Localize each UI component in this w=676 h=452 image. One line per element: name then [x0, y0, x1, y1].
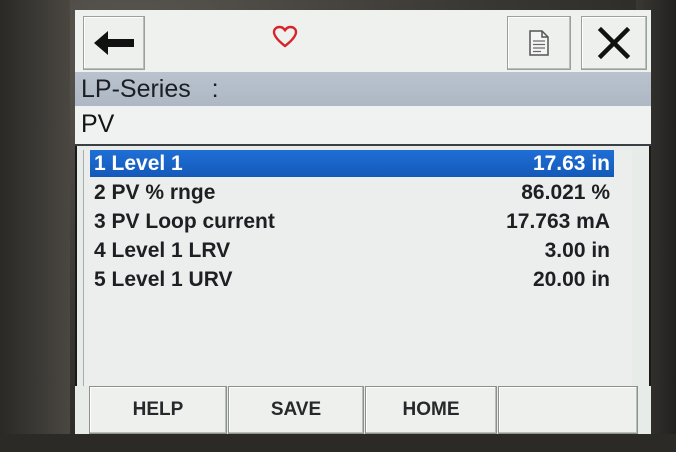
menu-item-level-1-urv[interactable]: 5 Level 1 URV 20.00 in [90, 266, 614, 293]
heart-icon [271, 24, 299, 50]
soft-key-bar: HELP SAVE HOME [75, 386, 651, 434]
menu-path-label: PV [81, 110, 115, 138]
menu-item-level-1-lrv[interactable]: 4 Level 1 LRV 3.00 in [90, 237, 614, 264]
device-name: LP-Series : [81, 75, 219, 103]
menu-item-value: 17.763 mA [506, 209, 610, 233]
menu-item-pv-loop-current[interactable]: 3 PV Loop current 17.763 mA [90, 208, 614, 235]
menu-item-level-1[interactable]: 1 Level 1 17.63 in [90, 150, 614, 177]
bezel-bottom [0, 434, 676, 452]
menu-list: 1 Level 1 17.63 in 2 PV % rnge 86.021 % … [83, 150, 632, 390]
save-button[interactable]: SAVE [228, 386, 364, 434]
menu-item-label: 2 PV % rnge [94, 180, 216, 204]
menu-item-label: 4 Level 1 LRV [94, 238, 231, 262]
bezel-left [0, 0, 70, 452]
lcd-screen: LP-Series : PV 1 Level 1 17.63 in 2 PV %… [75, 10, 651, 434]
menu-item-label: 1 Level 1 [94, 151, 183, 175]
device-header: LP-Series : [75, 72, 651, 106]
menu-item-value: 3.00 in [544, 238, 610, 262]
menu-item-pv-range[interactable]: 2 PV % rnge 86.021 % [90, 179, 614, 206]
home-button[interactable]: HOME [365, 386, 497, 434]
menu-item-label: 5 Level 1 URV [94, 267, 233, 291]
close-button[interactable] [581, 16, 647, 70]
menu-item-label: 3 PV Loop current [94, 209, 275, 233]
document-icon [529, 30, 549, 56]
arrow-left-icon [94, 31, 134, 55]
help-button[interactable]: HELP [89, 386, 227, 434]
document-button[interactable] [507, 16, 571, 70]
menu-item-value: 20.00 in [532, 267, 610, 291]
menu-path: PV [75, 106, 651, 146]
back-button[interactable] [83, 16, 145, 70]
blank-soft-button[interactable] [498, 386, 638, 434]
menu-item-value: 17.63 in [532, 151, 610, 175]
menu-item-value: 86.021 % [521, 180, 610, 204]
close-icon [597, 26, 631, 60]
top-toolbar [75, 10, 651, 72]
